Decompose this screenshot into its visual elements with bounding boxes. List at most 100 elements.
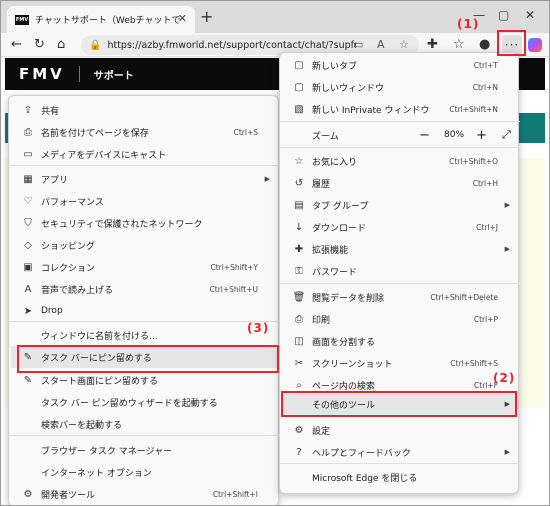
- read-aloud-icon[interactable]: A: [377, 38, 385, 51]
- reader-icon[interactable]: ▭: [353, 38, 363, 51]
- right-item-label: お気に入り: [312, 157, 358, 168]
- right-item-label: パスワード: [312, 267, 358, 278]
- left-item[interactable]: A 音声で読み上げる Ctrl+Shift+U: [11, 278, 278, 300]
- right-item[interactable]: ↺ 履歴 Ctrl+H: [282, 172, 518, 194]
- shortcut-text: Ctrl+P: [473, 314, 498, 324]
- right-item-label: Microsoft Edge を閉じる: [312, 473, 418, 484]
- right-item-label: 設定: [312, 426, 331, 437]
- left-item[interactable]: 検索バーを起動する: [11, 413, 278, 435]
- submenu-arrow-icon: ▶: [264, 175, 270, 183]
- left-item[interactable]: ➤ Drop: [11, 300, 278, 322]
- left-item[interactable]: ⛉ セキュリティで保護されたネットワーク: [11, 212, 278, 234]
- right-item-label: 新しい InPrivate ウィンドウ: [312, 105, 430, 116]
- right-item-label: スクリーンショット: [312, 359, 393, 370]
- maximize-icon[interactable]: ▢: [498, 8, 509, 22]
- right-item-label: 新しいウィンドウ: [312, 83, 385, 94]
- left-item[interactable]: ▭ メディアをデバイスにキャスト: [11, 143, 278, 165]
- browser-tab[interactable]: FMV チャットサポート（Webチャットで相談） ✕: [7, 6, 195, 33]
- shortcut-text: Ctrl+Shift+I: [212, 489, 258, 499]
- lock-icon: 🔒: [89, 39, 102, 51]
- cast-icon: ▭: [23, 148, 33, 160]
- right-item-label: ズーム: [312, 131, 339, 142]
- right-item[interactable]: ⎙ 印刷 Ctrl+P: [282, 308, 518, 330]
- shopping-icon: ◇: [24, 239, 32, 251]
- new-tab-icon: ▢: [294, 59, 304, 71]
- left-item[interactable]: ⚙ 開発者ツール Ctrl+Shift+I: [11, 483, 278, 505]
- shortcut-text: Ctrl+Shift+O: [449, 156, 498, 166]
- help-icon: ?: [296, 446, 302, 458]
- left-item[interactable]: インターネット オプション: [11, 461, 278, 483]
- copilot-icon[interactable]: [528, 38, 542, 52]
- left-item[interactable]: タスク バー ピン留めウィザードを起動する: [11, 391, 278, 413]
- left-item[interactable]: ⇪ 共有: [11, 99, 278, 121]
- close-window-icon[interactable]: ✕: [525, 8, 535, 22]
- menu-divider: [9, 321, 280, 322]
- shortcut-text: Ctrl+N: [472, 82, 498, 92]
- zoom-level: 80%: [444, 130, 465, 140]
- left-item[interactable]: ウィンドウに名前を付ける...: [11, 324, 278, 346]
- left-item-label: 検索バーを起動する: [41, 420, 123, 431]
- shortcut-text: Ctrl+Shift+S: [450, 358, 498, 368]
- right-item-label: ダウンロード: [312, 223, 367, 234]
- right-item[interactable]: ▤ タブ グループ ▶: [282, 194, 518, 216]
- favorites-icon: ☆: [294, 155, 304, 167]
- right-item[interactable]: ズーム − 80% + ⤢: [282, 124, 518, 146]
- menu-divider: [280, 121, 520, 122]
- fullscreen-icon[interactable]: ⤢: [502, 128, 511, 142]
- right-item-label: 拡張機能: [312, 245, 349, 256]
- right-item[interactable]: ▢ 新しいウィンドウ Ctrl+N: [282, 76, 518, 98]
- right-item[interactable]: ▢ 新しいタブ Ctrl+T: [282, 54, 518, 76]
- right-item[interactable]: ☆ お気に入り Ctrl+Shift+O: [282, 150, 518, 172]
- menu-divider: [9, 165, 280, 166]
- left-item-label: インターネット オプション: [41, 468, 152, 479]
- left-item[interactable]: ⎙ 名前を付けてページを保存 Ctrl+S: [11, 121, 278, 143]
- left-item-label: 共有: [41, 106, 60, 117]
- right-item-label: 履歴: [312, 179, 331, 190]
- left-item[interactable]: ♡ パフォーマンス: [11, 190, 278, 212]
- left-item[interactable]: ブラウザー タスク マネージャー: [11, 439, 278, 461]
- settings-icon: ⚙: [294, 424, 304, 436]
- right-item[interactable]: ✚ 拡張機能 ▶: [282, 238, 518, 260]
- left-item-label: セキュリティで保護されたネットワーク: [41, 219, 203, 230]
- submenu-arrow-icon: ▶: [504, 245, 510, 253]
- left-item[interactable]: ▦ アプリ ▶: [11, 168, 278, 190]
- left-item-label: 音声で読み上げる: [41, 285, 114, 296]
- right-item[interactable]: ✂ スクリーンショット Ctrl+Shift+S: [282, 352, 518, 374]
- right-item[interactable]: ⚿ パスワード: [282, 260, 518, 282]
- zoom-in-button[interactable]: +: [476, 128, 487, 143]
- submenu-arrow-icon: ▶: [504, 448, 510, 456]
- right-item[interactable]: ↓ ダウンロード Ctrl+J: [282, 216, 518, 238]
- back-icon[interactable]: ←: [11, 37, 22, 52]
- left-item-label: パフォーマンス: [41, 197, 104, 208]
- share-icon: ⇪: [23, 104, 33, 116]
- print-icon: ⎙: [295, 313, 303, 325]
- right-item[interactable]: ? ヘルプとフィードバック ▶: [282, 441, 518, 463]
- right-item-label: 印刷: [312, 315, 331, 326]
- zoom-out-button[interactable]: −: [419, 128, 430, 143]
- apps-icon: ▦: [23, 173, 33, 185]
- new-tab-icon[interactable]: +: [200, 7, 213, 26]
- left-item[interactable]: ◇ ショッピング: [11, 234, 278, 256]
- left-item[interactable]: ▣ コレクション Ctrl+Shift+Y: [11, 256, 278, 278]
- shortcut-text: Ctrl+Shift+Delete: [430, 292, 498, 302]
- inprivate-icon: ▧: [294, 103, 304, 115]
- home-icon[interactable]: ⌂: [57, 37, 65, 52]
- right-item[interactable]: Microsoft Edge を閉じる: [282, 466, 518, 488]
- favorites-icon[interactable]: ☆: [453, 37, 465, 52]
- menu-divider: [280, 283, 520, 284]
- profile-icon[interactable]: ●: [479, 37, 490, 52]
- annotation-box-1: [497, 30, 526, 56]
- fmv-logo[interactable]: FMV: [19, 65, 65, 83]
- right-item[interactable]: ⚙ 設定: [282, 419, 518, 441]
- left-item-label: タスク バー ピン留めウィザードを起動する: [41, 398, 218, 409]
- right-item[interactable]: ◫ 画面を分割する: [282, 330, 518, 352]
- split-screen-icon: ◫: [294, 335, 304, 347]
- favorite-star-icon[interactable]: ☆: [399, 38, 409, 51]
- devtools-icon: ⚙: [23, 488, 33, 500]
- right-item[interactable]: 🗑 閲覧データを削除 Ctrl+Shift+Delete: [282, 286, 518, 308]
- right-item[interactable]: ▧ 新しい InPrivate ウィンドウ Ctrl+Shift+N: [282, 98, 518, 120]
- close-tab-icon[interactable]: ✕: [178, 12, 187, 25]
- right-item-label: 画面を分割する: [312, 337, 376, 348]
- extensions-icon[interactable]: ✚: [427, 37, 438, 52]
- refresh-icon[interactable]: ↻: [34, 37, 45, 52]
